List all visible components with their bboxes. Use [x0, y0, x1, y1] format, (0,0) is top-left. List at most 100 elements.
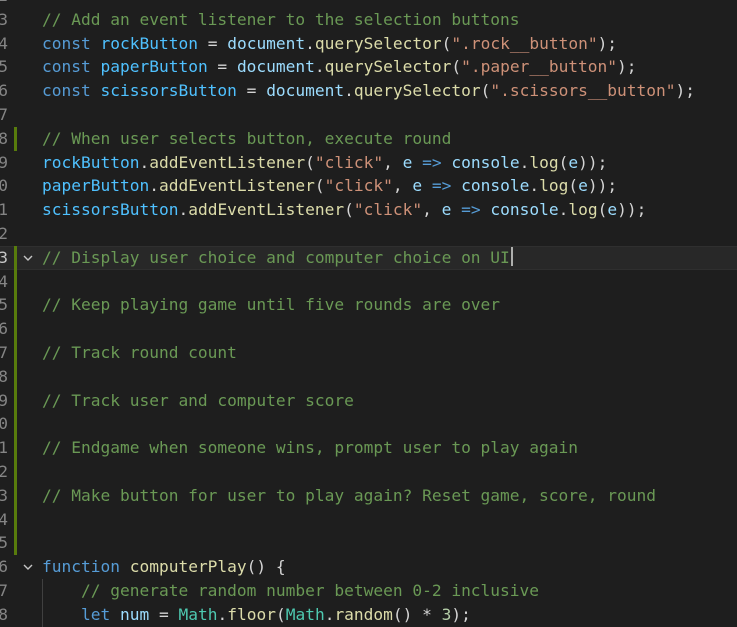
line-number[interactable]: 6: [0, 317, 8, 341]
git-modified-marker[interactable]: [14, 412, 17, 437]
code-text[interactable]: let num = Math.floor(Math.random() * 3);: [42, 603, 471, 627]
line-number[interactable]: 4: [0, 508, 8, 532]
code-line[interactable]: 7 // Track round count: [0, 340, 737, 365]
git-modified-marker[interactable]: [14, 317, 17, 341]
code-line[interactable]: 3 // Add an event listener to the selecti…: [0, 8, 737, 32]
code-editor[interactable]: 23// Add an event listener to the select…: [0, 0, 737, 627]
code-token: // Display user choice and computer choi…: [42, 247, 510, 267]
line-gutter: 7: [0, 579, 16, 603]
git-modified-marker[interactable]: [14, 126, 17, 151]
code-line[interactable]: 4 const rockButton = document.querySelect…: [0, 32, 737, 56]
line-number[interactable]: 7: [0, 579, 8, 603]
line-number[interactable]: 9: [0, 151, 8, 175]
code-line[interactable]: 1 // Endgame when someone wins, prompt us…: [0, 436, 737, 460]
code-token: ));: [587, 176, 618, 196]
code-line[interactable]: 1 scissorsButton.addEventListener("click"…: [0, 198, 737, 222]
code-token: .: [529, 176, 540, 196]
code-line[interactable]: 7: [0, 103, 737, 127]
line-number[interactable]: 5: [0, 531, 8, 555]
code-text[interactable]: // Display user choice and computer choi…: [42, 246, 513, 270]
code-text[interactable]: // Add an event listener to the selectio…: [42, 8, 520, 32]
line-number[interactable]: 7: [0, 341, 8, 365]
line-number[interactable]: 0: [0, 174, 8, 198]
line-number[interactable]: 3: [0, 246, 8, 270]
code-token: (: [597, 200, 608, 220]
git-modified-marker[interactable]: [14, 483, 17, 508]
code-text[interactable]: const paperButton = document.querySelect…: [42, 55, 637, 79]
code-line[interactable]: 3 // Display user choice and computer cho…: [0, 245, 737, 270]
code-text[interactable]: // Endgame when someone wins, prompt use…: [42, 436, 578, 460]
code-token: (: [451, 57, 462, 77]
code-text[interactable]: scissorsButton.addEventListener("click",…: [42, 198, 646, 222]
code-line[interactable]: 5 const paperButton = document.querySelec…: [0, 55, 737, 79]
line-number[interactable]: 4: [0, 32, 8, 56]
code-line[interactable]: 5 // Keep playing game until five rounds …: [0, 293, 737, 318]
code-text[interactable]: paperButton.addEventListener("click", e …: [42, 174, 617, 198]
code-text[interactable]: // When user selects button, execute rou…: [42, 127, 451, 151]
code-line[interactable]: 2: [0, 0, 737, 8]
code-line[interactable]: 8 // When user selects button, execute ro…: [0, 126, 737, 151]
code-line[interactable]: 8: [0, 364, 737, 389]
line-number[interactable]: 2: [0, 0, 8, 8]
code-token: (: [568, 176, 579, 196]
git-modified-marker[interactable]: [14, 531, 17, 556]
git-modified-marker[interactable]: [14, 245, 17, 270]
code-line[interactable]: 4: [0, 507, 737, 532]
code-line[interactable]: 6 const scissorsButton = document.querySe…: [0, 79, 737, 103]
code-line[interactable]: 9 rockButton.addEventListener("click", e …: [0, 151, 737, 175]
line-number[interactable]: 9: [0, 389, 8, 413]
line-number[interactable]: 3: [0, 8, 8, 32]
line-number[interactable]: 6: [0, 555, 8, 579]
line-number[interactable]: 1: [0, 436, 8, 460]
git-modified-marker[interactable]: [14, 436, 17, 460]
line-number[interactable]: 4: [0, 270, 8, 294]
code-line[interactable]: 5: [0, 531, 737, 556]
code-token: Math: [285, 604, 325, 624]
code-text[interactable]: // Make button for user to play again? R…: [42, 484, 656, 508]
line-number[interactable]: 2: [0, 222, 8, 246]
code-text[interactable]: // Track user and computer score: [42, 389, 354, 413]
code-line[interactable]: 8 let num = Math.floor(Math.random() * 3…: [0, 602, 737, 627]
code-line[interactable]: 7 // generate random number between 0-2 …: [0, 578, 737, 603]
line-number[interactable]: 2: [0, 460, 8, 484]
code-line[interactable]: 2: [0, 222, 737, 246]
line-number[interactable]: 3: [0, 484, 8, 508]
line-number[interactable]: 5: [0, 293, 8, 317]
git-modified-marker[interactable]: [14, 293, 17, 318]
git-modified-marker[interactable]: [14, 388, 17, 413]
line-gutter: 0: [0, 174, 16, 198]
code-line[interactable]: 3 // Make button for user to play again? …: [0, 483, 737, 508]
code-token: rockButton: [42, 152, 140, 172]
git-modified-marker[interactable]: [14, 459, 17, 484]
code-text[interactable]: rockButton.addEventListener("click", e =…: [42, 151, 607, 175]
code-text[interactable]: const scissorsButton = document.querySel…: [42, 79, 695, 103]
code-line[interactable]: 6: [0, 317, 737, 341]
line-number[interactable]: 8: [0, 365, 8, 389]
code-text[interactable]: const rockButton = document.querySelecto…: [42, 32, 617, 56]
line-number[interactable]: 0: [0, 412, 8, 436]
line-number[interactable]: 8: [0, 127, 8, 151]
code-text[interactable]: function computerPlay() {: [42, 555, 286, 579]
line-number[interactable]: 1: [0, 198, 8, 222]
line-number[interactable]: 5: [0, 55, 8, 79]
fold-chevron-down-icon[interactable]: [20, 555, 36, 579]
line-number[interactable]: 8: [0, 603, 8, 627]
code-line[interactable]: 9 // Track user and computer score: [0, 388, 737, 413]
line-number[interactable]: 7: [0, 103, 8, 127]
code-line[interactable]: 2: [0, 459, 737, 484]
line-number[interactable]: 6: [0, 79, 8, 103]
code-text[interactable]: // Keep playing game until five rounds a…: [42, 293, 500, 317]
git-modified-marker[interactable]: [14, 364, 17, 389]
code-line[interactable]: 0: [0, 412, 737, 437]
git-modified-marker[interactable]: [14, 340, 17, 365]
code-line[interactable]: 6 function computerPlay() {: [0, 555, 737, 579]
code-text[interactable]: // Track round count: [42, 341, 237, 365]
git-modified-marker[interactable]: [14, 269, 17, 294]
code-line[interactable]: 0 paperButton.addEventListener("click", e…: [0, 174, 737, 198]
git-modified-marker[interactable]: [14, 507, 17, 532]
code-token: "click": [314, 152, 384, 172]
fold-chevron-down-icon[interactable]: [20, 246, 36, 270]
code-text[interactable]: // generate random number between 0-2 in…: [42, 579, 539, 603]
code-token: const: [42, 33, 91, 53]
code-line[interactable]: 4: [0, 269, 737, 294]
